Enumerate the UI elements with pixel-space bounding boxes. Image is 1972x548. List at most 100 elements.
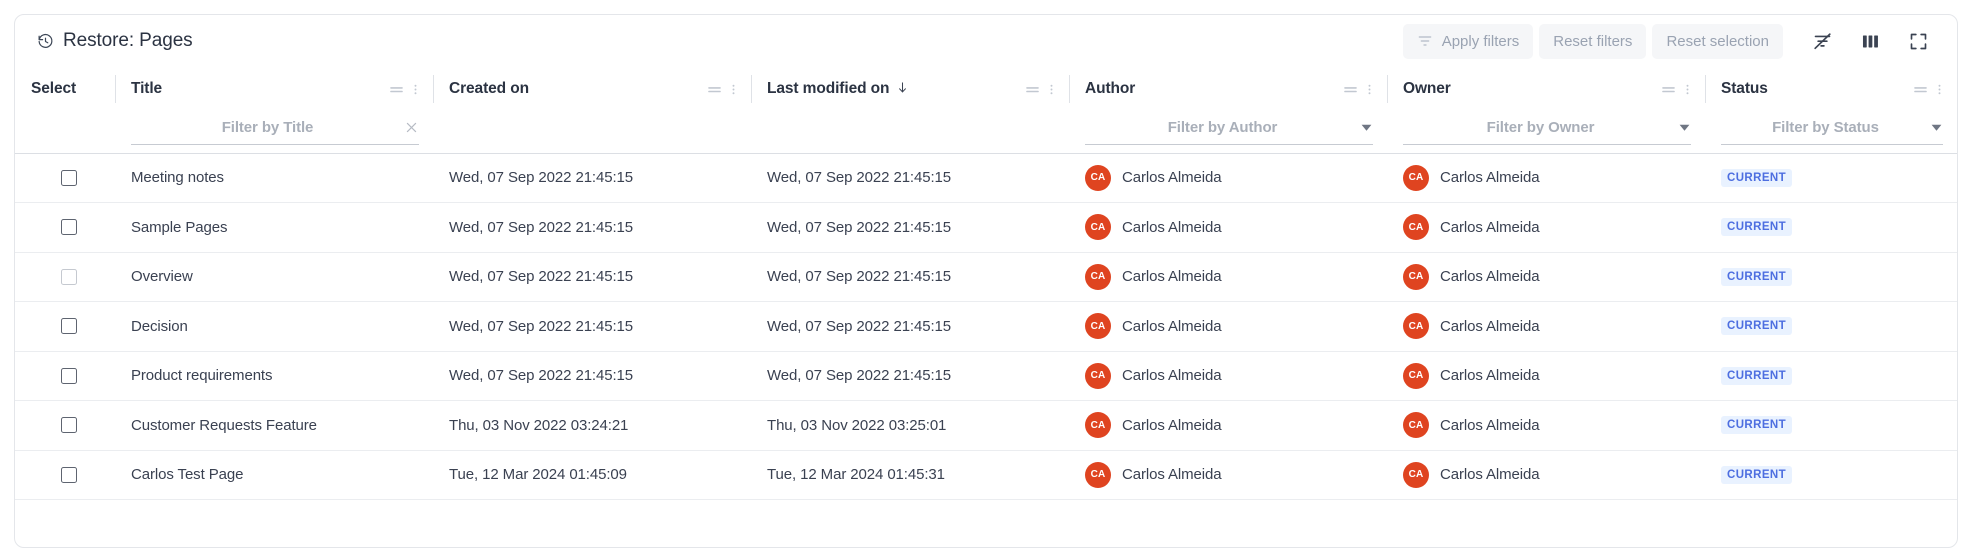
row-title-cell[interactable]: Decision bbox=[115, 301, 433, 352]
avatar: CA bbox=[1085, 263, 1111, 290]
filter-off-icon-button[interactable] bbox=[1801, 22, 1843, 60]
table-row[interactable]: Product requirements Wed, 07 Sep 2022 21:… bbox=[15, 351, 1957, 401]
row-created-on: Wed, 07 Sep 2022 21:45:15 bbox=[449, 218, 634, 236]
reset-selection-button[interactable]: Reset selection bbox=[1652, 23, 1783, 59]
row-owner-cell: CA Carlos Almeida bbox=[1387, 301, 1705, 352]
row-last-modified-cell: Wed, 07 Sep 2022 21:45:15 bbox=[751, 153, 1069, 203]
row-author-name: Carlos Almeida bbox=[1122, 218, 1222, 236]
columns-icon bbox=[1860, 31, 1881, 52]
row-author-cell: CA Carlos Almeida bbox=[1069, 400, 1387, 451]
table-row[interactable]: Decision Wed, 07 Sep 2022 21:45:15 Wed, 07… bbox=[15, 301, 1957, 352]
status-filter-select[interactable]: Filter by Status bbox=[1721, 119, 1930, 136]
row-title-cell[interactable]: Overview bbox=[115, 252, 433, 302]
avatar: CA bbox=[1403, 362, 1429, 389]
row-checkbox[interactable] bbox=[61, 268, 77, 285]
table-row[interactable]: Meeting notes Wed, 07 Sep 2022 21:45:15 We… bbox=[15, 153, 1957, 203]
sort-icon-owner[interactable] bbox=[1659, 80, 1678, 99]
filter-cell-status[interactable]: Filter by Status bbox=[1705, 111, 1957, 154]
row-checkbox[interactable] bbox=[61, 219, 77, 236]
row-checkbox[interactable] bbox=[61, 367, 77, 384]
row-last-modified-on: Wed, 07 Sep 2022 21:45:15 bbox=[767, 367, 952, 385]
row-title: Product requirements bbox=[131, 367, 273, 385]
column-header-last-modified[interactable]: Last modified on bbox=[751, 67, 1069, 111]
column-label-created: Created on bbox=[449, 80, 529, 97]
row-created-cell: Wed, 07 Sep 2022 21:45:15 bbox=[433, 301, 751, 352]
row-checkbox[interactable] bbox=[61, 318, 77, 335]
sort-icon-created[interactable] bbox=[705, 80, 724, 99]
column-header-title[interactable]: Title bbox=[115, 67, 433, 111]
row-checkbox[interactable] bbox=[61, 417, 77, 434]
row-owner-name: Carlos Almeida bbox=[1440, 218, 1540, 236]
reset-filters-button[interactable]: Reset filters bbox=[1539, 23, 1647, 59]
column-header-author[interactable]: Author bbox=[1069, 67, 1387, 111]
status-badge: CURRENT bbox=[1721, 366, 1793, 385]
avatar: CA bbox=[1403, 412, 1429, 439]
column-menu-icon-created[interactable] bbox=[726, 80, 741, 99]
title-filter-input[interactable]: Filter by Title bbox=[131, 119, 404, 136]
filter-cell-last-modified bbox=[751, 111, 1069, 154]
column-header-status[interactable]: Status bbox=[1705, 67, 1957, 111]
apply-filters-button[interactable]: Apply filters bbox=[1402, 23, 1534, 59]
column-menu-icon-title[interactable] bbox=[408, 80, 423, 99]
row-title-cell[interactable]: Customer Requests Feature bbox=[115, 400, 433, 451]
row-last-modified-on: Wed, 07 Sep 2022 21:45:15 bbox=[767, 169, 952, 187]
row-title-cell[interactable]: Product requirements bbox=[115, 351, 433, 401]
table-row[interactable]: Customer Requests Feature Thu, 03 Nov 202… bbox=[15, 400, 1957, 451]
owner-filter-select[interactable]: Filter by Owner bbox=[1403, 119, 1678, 136]
pages-table: Select Title Created on Last modified on… bbox=[15, 67, 1957, 500]
clear-filter-icon-title[interactable] bbox=[404, 120, 419, 135]
avatar: CA bbox=[1403, 313, 1429, 340]
sort-icon-last-modified[interactable] bbox=[1023, 80, 1042, 99]
row-select-cell[interactable] bbox=[15, 400, 115, 451]
columns-icon-button[interactable] bbox=[1849, 22, 1891, 60]
chevron-down-icon-author[interactable] bbox=[1360, 121, 1373, 134]
avatar: CA bbox=[1085, 412, 1111, 439]
row-select-cell[interactable] bbox=[15, 450, 115, 500]
page-title: Restore: Pages bbox=[63, 30, 193, 51]
row-created-on: Wed, 07 Sep 2022 21:45:15 bbox=[449, 169, 634, 187]
row-select-cell[interactable] bbox=[15, 351, 115, 401]
column-header-created[interactable]: Created on bbox=[433, 67, 751, 111]
column-menu-icon-last-modified[interactable] bbox=[1044, 80, 1059, 99]
column-header-owner[interactable]: Owner bbox=[1387, 67, 1705, 111]
row-select-cell[interactable] bbox=[15, 202, 115, 253]
column-filter-row: Filter by Title Filter by Author Filter … bbox=[15, 111, 1957, 154]
panel-title-group: Restore: Pages bbox=[37, 30, 1403, 52]
author-filter-select[interactable]: Filter by Author bbox=[1085, 119, 1360, 136]
row-checkbox[interactable] bbox=[61, 466, 77, 483]
chevron-down-icon-owner[interactable] bbox=[1678, 121, 1691, 134]
filter-off-icon bbox=[1812, 31, 1833, 52]
row-title-cell[interactable]: Meeting notes bbox=[115, 153, 433, 203]
sort-direction-descending-icon bbox=[889, 80, 909, 98]
sort-icon-title[interactable] bbox=[387, 80, 406, 99]
column-menu-icon-author[interactable] bbox=[1362, 80, 1377, 99]
table-row[interactable]: Carlos Test Page Tue, 12 Mar 2024 01:45:0… bbox=[15, 450, 1957, 500]
row-checkbox[interactable] bbox=[61, 169, 77, 186]
table-row[interactable]: Sample Pages Wed, 07 Sep 2022 21:45:15 Wed… bbox=[15, 202, 1957, 253]
avatar: CA bbox=[1403, 214, 1429, 241]
row-owner-name: Carlos Almeida bbox=[1440, 416, 1540, 434]
row-status-cell: CURRENT bbox=[1705, 153, 1957, 203]
fullscreen-icon-button[interactable] bbox=[1897, 22, 1939, 60]
reset-filters-label: Reset filters bbox=[1553, 32, 1633, 50]
filter-cell-owner[interactable]: Filter by Owner bbox=[1387, 111, 1705, 154]
row-select-cell[interactable] bbox=[15, 252, 115, 302]
column-label-last-modified: Last modified on bbox=[767, 80, 890, 97]
column-header-row: Select Title Created on Last modified on… bbox=[15, 67, 1957, 111]
row-select-cell[interactable] bbox=[15, 301, 115, 352]
column-menu-icon-status[interactable] bbox=[1932, 80, 1947, 99]
sort-icon-author[interactable] bbox=[1341, 80, 1360, 99]
row-author-cell: CA Carlos Almeida bbox=[1069, 301, 1387, 352]
sort-icon-status[interactable] bbox=[1911, 80, 1930, 99]
column-menu-icon-owner[interactable] bbox=[1680, 80, 1695, 99]
row-status-cell: CURRENT bbox=[1705, 252, 1957, 302]
row-title-cell[interactable]: Carlos Test Page bbox=[115, 450, 433, 500]
chevron-down-icon-status[interactable] bbox=[1930, 121, 1943, 134]
row-title-cell[interactable]: Sample Pages bbox=[115, 202, 433, 253]
row-author-name: Carlos Almeida bbox=[1122, 416, 1222, 434]
row-select-cell[interactable] bbox=[15, 153, 115, 203]
row-last-modified-cell: Wed, 07 Sep 2022 21:45:15 bbox=[751, 252, 1069, 302]
filter-cell-title[interactable]: Filter by Title bbox=[115, 111, 433, 154]
table-row[interactable]: Overview Wed, 07 Sep 2022 21:45:15 Wed, 07… bbox=[15, 252, 1957, 302]
filter-cell-author[interactable]: Filter by Author bbox=[1069, 111, 1387, 154]
